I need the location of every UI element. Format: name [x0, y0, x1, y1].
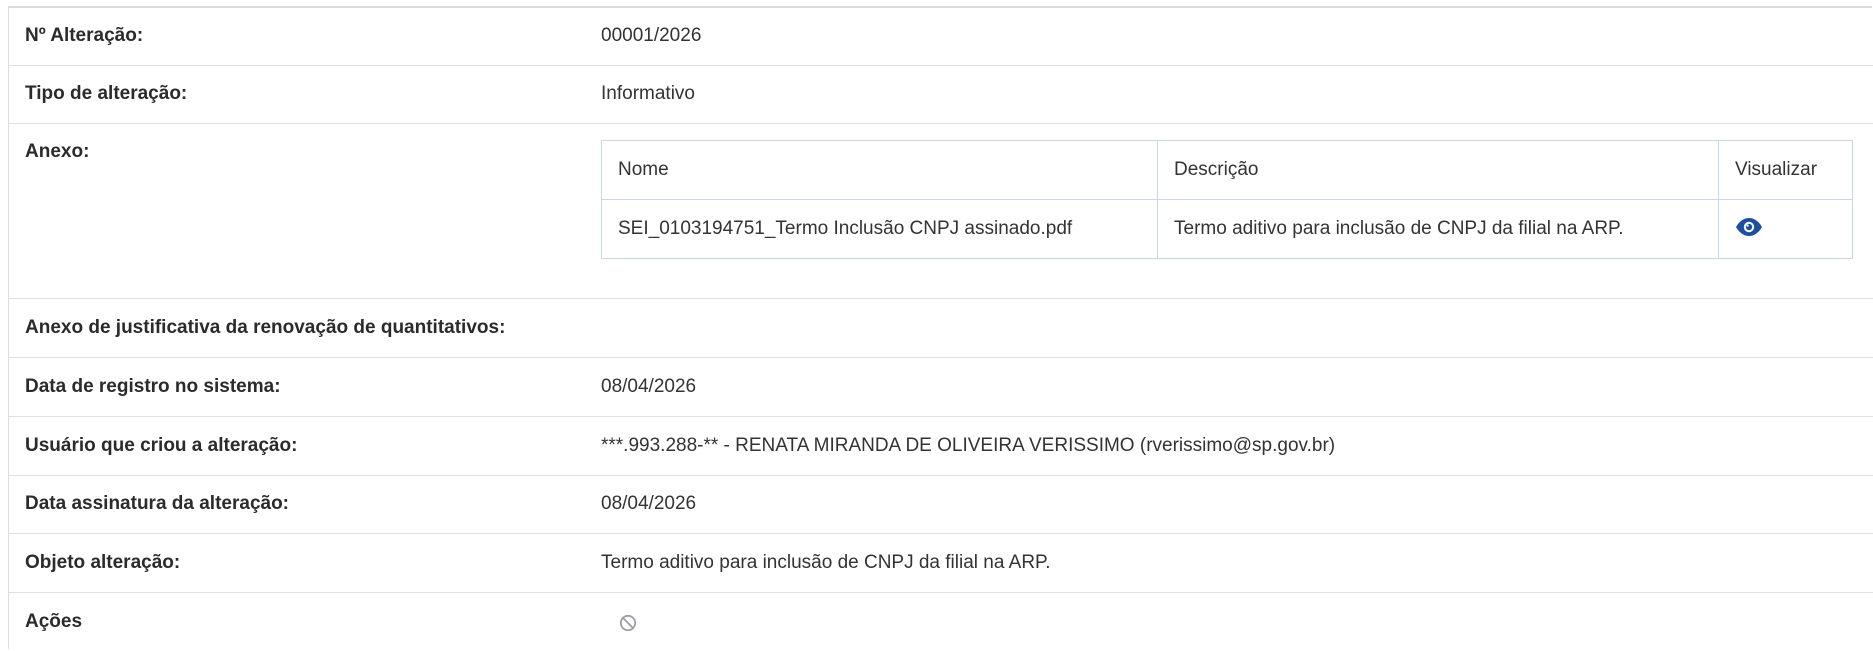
- row-objeto: Objeto alteração: Termo aditivo para inc…: [9, 534, 1873, 593]
- data-assinatura-label: Data assinatura da alteração:: [25, 493, 290, 514]
- row-anexo: Anexo: Nome Descrição Visualizar SEI_010…: [9, 124, 1873, 299]
- column-header-visualizar: Visualizar: [1735, 159, 1818, 180]
- alteration-details-panel: Nº Alteração: 00001/2026 Tipo de alteraç…: [8, 6, 1873, 651]
- column-header-nome: Nome: [602, 141, 1158, 199]
- row-data-assinatura: Data assinatura da alteração: 08/04/2026: [9, 476, 1873, 534]
- row-anexo-justificativa: Anexo de justificativa da renovação de q…: [9, 299, 1873, 358]
- column-header-descricao: Descrição: [1158, 141, 1719, 199]
- eye-icon[interactable]: [1735, 217, 1763, 237]
- anexo-label: Anexo:: [25, 141, 90, 162]
- ban-icon[interactable]: [619, 614, 637, 632]
- acoes-label: Ações: [25, 611, 83, 632]
- objeto-label: Objeto alteração:: [25, 552, 181, 573]
- attachment-description: Termo aditivo para inclusão de CNPJ da f…: [1158, 200, 1719, 258]
- attachments-table-header: Nome Descrição Visualizar: [602, 141, 1852, 200]
- row-numero-alteracao: Nº Alteração: 00001/2026: [9, 8, 1873, 66]
- numero-alteracao-value: 00001/2026: [601, 25, 702, 46]
- data-registro-label: Data de registro no sistema:: [25, 376, 281, 397]
- tipo-alteracao-label: Tipo de alteração:: [25, 83, 188, 104]
- data-assinatura-value: 08/04/2026: [601, 493, 697, 514]
- anexo-justificativa-label: Anexo de justificativa da renovação de q…: [25, 317, 506, 338]
- objeto-value: Termo aditivo para inclusão de CNPJ da f…: [601, 552, 1051, 573]
- attachment-view-cell: [1719, 200, 1852, 258]
- row-data-registro: Data de registro no sistema: 08/04/2026: [9, 358, 1873, 417]
- row-tipo-alteracao: Tipo de alteração: Informativo: [9, 66, 1873, 124]
- attachments-table: Nome Descrição Visualizar SEI_0103194751…: [601, 140, 1853, 259]
- numero-alteracao-label: Nº Alteração:: [25, 25, 144, 46]
- table-row: SEI_0103194751_Termo Inclusão CNPJ assin…: [602, 200, 1852, 258]
- row-acoes: Ações: [9, 593, 1873, 651]
- data-registro-value: 08/04/2026: [601, 376, 697, 397]
- tipo-alteracao-value: Informativo: [601, 83, 695, 104]
- row-usuario: Usuário que criou a alteração: ***.993.2…: [9, 417, 1873, 476]
- usuario-label: Usuário que criou a alteração:: [25, 435, 298, 456]
- attachment-name: SEI_0103194751_Termo Inclusão CNPJ assin…: [602, 200, 1158, 258]
- usuario-value: ***.993.288-** - RENATA MIRANDA DE OLIVE…: [601, 435, 1336, 456]
